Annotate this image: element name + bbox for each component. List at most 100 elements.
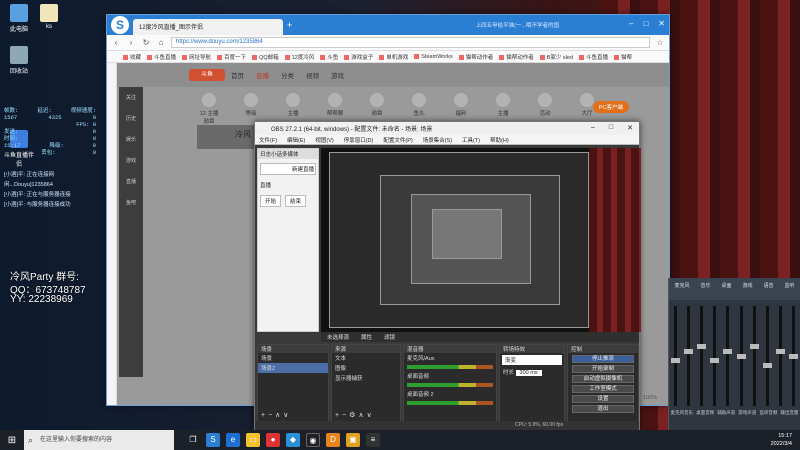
audio-mixer-panel[interactable]: 麦克风 音乐 桌面 游戏 语音 监听 麦克风音乐 桌面音频 辅助声道 游戏声道 … xyxy=(668,278,800,430)
tag-item[interactable]: 帮帮聊 xyxy=(323,93,347,119)
menu-file[interactable]: 文件(F) xyxy=(259,136,277,144)
file-explorer-icon[interactable]: ▭ xyxy=(246,433,260,447)
source-item[interactable]: 图像 xyxy=(332,363,400,373)
start-virtual-camera-button[interactable]: 启动虚拟摄像机 xyxy=(572,375,634,383)
browser-logo-icon[interactable]: S xyxy=(111,16,129,34)
fader-knob[interactable] xyxy=(710,358,720,364)
bookmark-item[interactable]: 网址导航 xyxy=(182,53,211,61)
close-icon[interactable]: ✕ xyxy=(658,19,665,28)
forward-icon[interactable]: › xyxy=(126,38,136,47)
menu-profile[interactable]: 配置文件(P) xyxy=(383,136,412,144)
source-dock-controls[interactable]: +−⚙∧∨ xyxy=(335,411,375,419)
pc-client-button[interactable]: PC客户端 xyxy=(592,101,629,113)
bookmark-item[interactable]: 百度一下 xyxy=(217,53,246,61)
menu-item[interactable]: 直播 xyxy=(119,171,143,192)
task-view-icon[interactable]: ❐ xyxy=(186,433,200,447)
volume-meter[interactable] xyxy=(407,383,493,387)
bookmark-item[interactable]: SteamWorks xyxy=(414,54,452,60)
fader-slider[interactable] xyxy=(697,306,707,406)
fader-knob[interactable] xyxy=(775,348,785,354)
volume-meter[interactable] xyxy=(407,401,493,405)
zoom-level[interactable]: 100% xyxy=(643,395,657,401)
taskbar-clock[interactable]: 15:17 2022/3/4 xyxy=(771,432,792,448)
home-icon[interactable]: ⌂ xyxy=(156,38,166,47)
nav-category[interactable]: 分类 xyxy=(281,70,294,80)
nav-game[interactable]: 游戏 xyxy=(331,70,344,80)
start-recording-button[interactable]: 开始录制 xyxy=(572,365,634,373)
bookmark-item[interactable]: 猫帮 xyxy=(614,53,632,61)
address-bar[interactable]: https://www.douyu.com/1235864 xyxy=(171,37,650,48)
fader-slider[interactable] xyxy=(671,306,681,406)
nav-live[interactable]: 直播 xyxy=(256,70,269,80)
desktop-icon-ks[interactable]: ks xyxy=(32,4,66,30)
fader-knob[interactable] xyxy=(684,348,694,354)
app-blue-icon[interactable]: ◆ xyxy=(286,433,300,447)
bookmark-item[interactable]: B家少 sled xyxy=(540,53,573,61)
menu-item[interactable]: 鱼吧 xyxy=(119,192,143,213)
source-item[interactable]: 显示器捕获 xyxy=(332,373,400,383)
close-icon[interactable]: ✕ xyxy=(627,124,633,132)
stop-streaming-button[interactable]: 停止推流 xyxy=(572,355,634,363)
minimize-icon[interactable]: – xyxy=(629,19,633,28)
fader-knob[interactable] xyxy=(736,353,746,359)
douyu-logo[interactable]: 斗鱼 xyxy=(189,69,225,81)
fader-knob[interactable] xyxy=(762,363,772,368)
douyu-taskbar-icon[interactable]: D xyxy=(326,433,340,447)
menu-help[interactable]: 帮助(H) xyxy=(490,136,509,144)
properties-button[interactable]: 属性 xyxy=(361,333,372,341)
refresh-icon[interactable]: ↻ xyxy=(141,38,151,47)
menu-scene-collection[interactable]: 场景集合(S) xyxy=(423,136,452,144)
tag-item[interactable]: 主播 xyxy=(491,93,515,119)
start-button[interactable]: 开始 xyxy=(260,195,282,207)
browser-search-hint[interactable]: 上四五甲给平准(一...哦不学者的国 xyxy=(476,21,559,29)
fader-knob[interactable] xyxy=(749,344,759,349)
volume-meter[interactable] xyxy=(407,365,493,369)
star-icon[interactable]: ☆ xyxy=(655,38,665,47)
desktop-icon-recycle-bin[interactable]: 回收站 xyxy=(2,46,36,75)
browser-360-icon[interactable]: S xyxy=(206,433,220,447)
bookmark-item[interactable]: 斗鱼直播 xyxy=(147,53,176,61)
edge-icon[interactable]: e xyxy=(226,433,240,447)
new-tab-icon[interactable]: + xyxy=(287,20,292,30)
fader-knob[interactable] xyxy=(671,358,681,364)
menu-docks[interactable]: 停靠窗口(D) xyxy=(344,136,374,144)
fader-slider[interactable] xyxy=(723,306,733,406)
windows-start-icon[interactable]: ⊞ xyxy=(0,435,24,446)
bookmark-item[interactable]: 斗鱼直播 xyxy=(579,53,608,61)
source-item[interactable]: 文本 xyxy=(332,353,400,363)
bookmark-item[interactable]: 斗鱼 xyxy=(320,53,338,61)
bookmark-item[interactable]: 猫帮动作者 xyxy=(459,53,494,61)
tag-item[interactable]: 等级 xyxy=(239,93,263,119)
nav-home[interactable]: 首页 xyxy=(231,70,244,80)
fader-slider[interactable] xyxy=(775,306,785,406)
maximize-icon[interactable]: □ xyxy=(643,19,648,28)
obs-icon[interactable]: ◉ xyxy=(306,433,320,447)
settings-button[interactable]: 设置 xyxy=(572,395,634,403)
app-red-icon[interactable]: ● xyxy=(266,433,280,447)
menu-item[interactable]: 娱乐 xyxy=(119,129,143,150)
duration-input[interactable]: 300 ms xyxy=(515,370,542,376)
end-button[interactable]: 结束 xyxy=(285,195,307,207)
menu-item[interactable]: 历史 xyxy=(119,108,143,129)
fader-slider[interactable] xyxy=(736,306,746,406)
fader-slider[interactable] xyxy=(684,306,694,406)
tag-item[interactable]: 勋章 xyxy=(365,93,389,119)
maximize-icon[interactable]: □ xyxy=(609,124,613,132)
tag-item[interactable]: 鱼丸 xyxy=(407,93,431,119)
tag-item[interactable]: 活动 xyxy=(533,93,557,119)
app-mixer-icon[interactable]: ≡ xyxy=(366,433,380,447)
studio-mode-button[interactable]: 工作室模式 xyxy=(572,385,634,393)
exit-button[interactable]: 退出 xyxy=(572,405,634,413)
anchor-name[interactable]: 冷风 xyxy=(235,129,251,140)
fader-knob[interactable] xyxy=(697,344,707,349)
fader-knob[interactable] xyxy=(723,348,733,354)
fader-slider[interactable] xyxy=(710,306,720,406)
menu-tools[interactable]: 工具(T) xyxy=(462,136,480,144)
menu-edit[interactable]: 编辑(E) xyxy=(287,136,305,144)
minimize-icon[interactable]: – xyxy=(591,124,595,132)
tag-item[interactable]: 福利 xyxy=(449,93,473,119)
scene-dock-controls[interactable]: +−∧∨ xyxy=(261,411,291,419)
obs-preview[interactable] xyxy=(321,148,641,332)
menu-item[interactable]: 游戏 xyxy=(119,150,143,171)
browser-tab[interactable]: 12度冷风直播_图示伴侣 xyxy=(133,19,283,35)
